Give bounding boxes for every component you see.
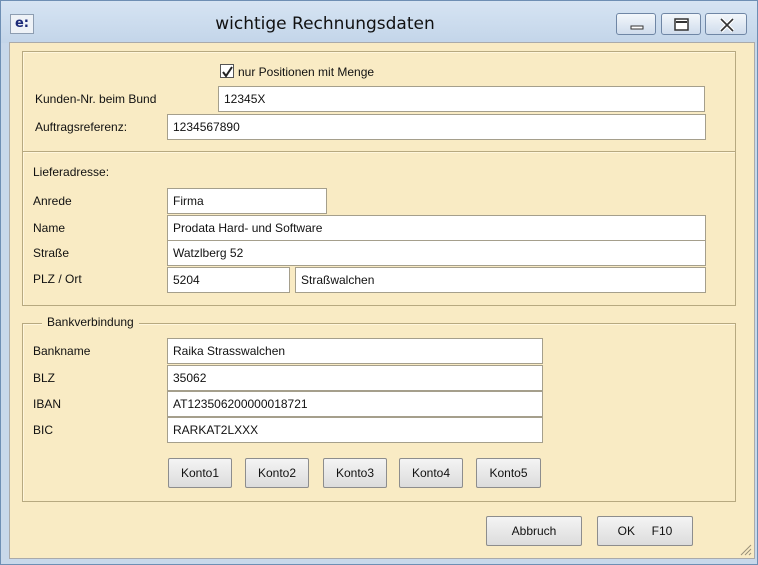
panel-divider xyxy=(23,151,735,153)
bankname-label: Bankname xyxy=(33,344,91,358)
auftragsreferenz-label: Auftragsreferenz: xyxy=(35,120,128,134)
anrede-label: Anrede xyxy=(33,194,72,208)
konto5-button[interactable]: Konto5 xyxy=(476,458,541,488)
blz-label: BLZ xyxy=(33,371,56,385)
anrede-input[interactable]: Firma xyxy=(167,188,327,214)
kundennr-input[interactable]: 12345X xyxy=(218,86,705,112)
auftragsreferenz-input[interactable]: 1234567890 xyxy=(167,114,706,140)
ort-input[interactable]: Straßwalchen xyxy=(295,267,706,293)
minimize-icon xyxy=(630,25,644,30)
bankname-input[interactable]: Raika Strasswalchen xyxy=(167,338,543,364)
title-bar[interactable]: e: wichtige Rechnungsdaten xyxy=(1,1,757,43)
konto4-button[interactable]: Konto4 xyxy=(399,458,463,488)
nur-positionen-checkbox[interactable] xyxy=(220,64,234,78)
close-button[interactable] xyxy=(705,13,747,35)
resize-grip-icon[interactable] xyxy=(738,542,752,556)
konto2-button[interactable]: Konto2 xyxy=(245,458,309,488)
bic-label: BIC xyxy=(33,423,54,437)
minimize-button[interactable] xyxy=(616,13,656,35)
ok-button[interactable]: OK F10 xyxy=(597,516,693,546)
checkmark-icon xyxy=(222,66,233,78)
close-icon xyxy=(719,17,735,33)
abbruch-button[interactable]: Abbruch xyxy=(486,516,582,546)
dialog-client-area: nur Positionen mit Menge Kunden-Nr. beim… xyxy=(9,42,755,559)
name-input[interactable]: Prodata Hard- und Software xyxy=(167,215,706,241)
window-title: wichtige Rechnungsdaten xyxy=(215,14,435,34)
konto3-button[interactable]: Konto3 xyxy=(323,458,387,488)
strasse-input[interactable]: Watzlberg 52 xyxy=(167,240,706,266)
iban-label: IBAN xyxy=(33,397,62,411)
plz-ort-label: PLZ / Ort xyxy=(33,272,82,286)
iban-input[interactable]: AT123506200000018721 xyxy=(167,391,543,417)
nur-positionen-label[interactable]: nur Positionen mit Menge xyxy=(238,65,374,79)
plz-input[interactable]: 5204 xyxy=(167,267,290,293)
bankverbindung-legend: Bankverbindung xyxy=(42,315,139,329)
maximize-icon xyxy=(674,18,689,31)
maximize-button[interactable] xyxy=(661,13,701,35)
blz-input[interactable]: 35062 xyxy=(167,365,543,391)
name-label: Name xyxy=(33,221,66,235)
kundennr-label: Kunden-Nr. beim Bund xyxy=(35,92,157,106)
konto1-button[interactable]: Konto1 xyxy=(168,458,232,488)
dialog-window: e: wichtige Rechnungsdaten nur Positione… xyxy=(0,0,758,565)
strasse-label: Straße xyxy=(33,246,70,260)
bic-input[interactable]: RARKAT2LXXX xyxy=(167,417,543,443)
lieferadresse-heading: Lieferadresse: xyxy=(33,165,110,179)
